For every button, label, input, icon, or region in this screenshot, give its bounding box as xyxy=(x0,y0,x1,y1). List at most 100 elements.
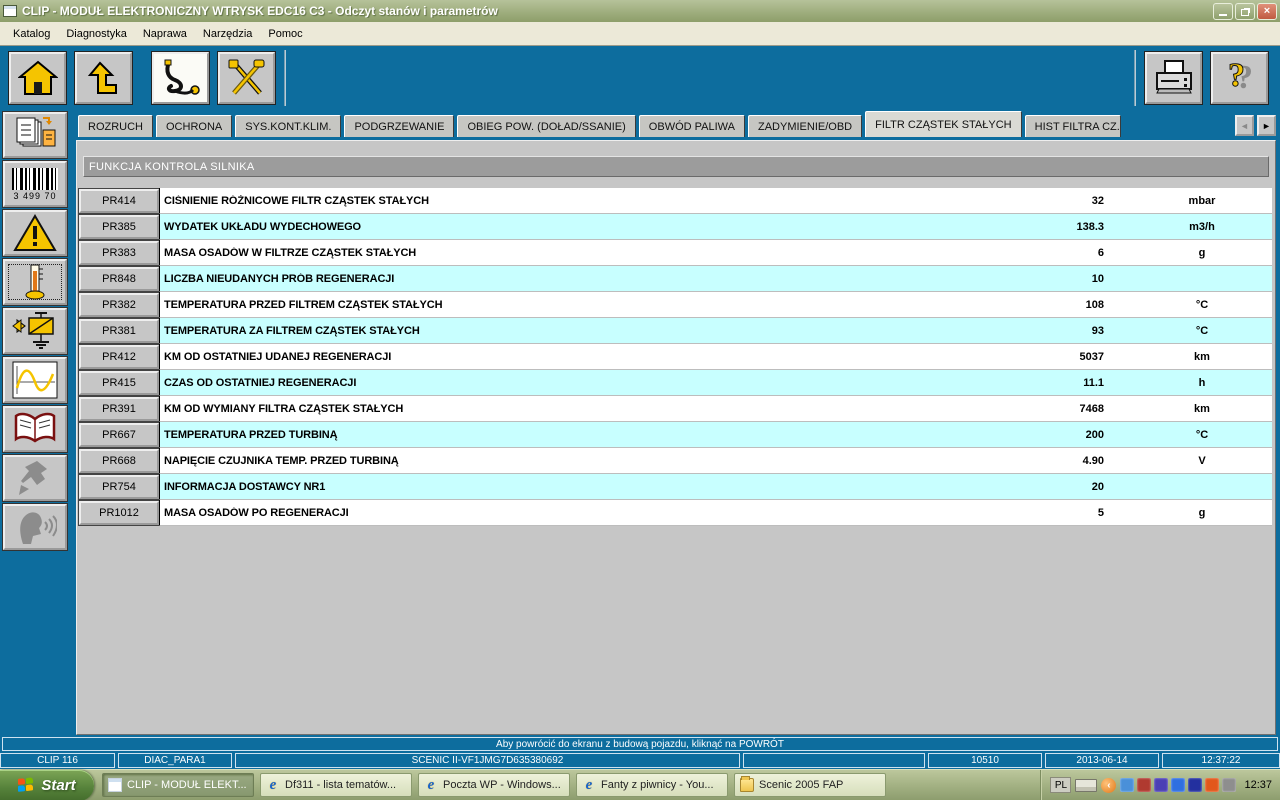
tray-collapse-chevron-icon[interactable]: ‹ xyxy=(1101,777,1117,793)
table-row: PR1012 MASA OSADÓW PO REGENERACJI 5 g xyxy=(78,500,1272,526)
tab-rozruch[interactable]: ROZRUCH xyxy=(78,115,153,137)
tab-podgrzewanie[interactable]: PODGRZEWANIE xyxy=(344,115,455,137)
actuator-test-button[interactable] xyxy=(2,307,68,355)
taskbar-button-scenic-folder[interactable]: Scenic 2005 FAP xyxy=(734,773,886,797)
taskbar-button-fanty[interactable]: Fanty z piwnicy - You... xyxy=(576,773,728,797)
parameter-code-button[interactable]: PR391 xyxy=(78,396,160,422)
taskbar-button-clip[interactable]: CLIP - MODUŁ ELEKT... xyxy=(102,773,254,797)
home-icon xyxy=(17,60,58,95)
voice-button[interactable] xyxy=(2,503,68,551)
menu-item[interactable]: Diagnostyka xyxy=(59,25,134,43)
taskbar-clock: 12:37 xyxy=(1244,779,1272,791)
empty-cell xyxy=(743,753,925,768)
parameter-code-button[interactable]: PR754 xyxy=(78,474,160,500)
parameter-code-button[interactable]: PR848 xyxy=(78,266,160,292)
minimize-button[interactable] xyxy=(1213,2,1233,20)
thermometer-icon xyxy=(25,264,45,300)
tab-zadymienie-obd[interactable]: ZADYMIENIE/OBD xyxy=(747,115,863,137)
menu-bar: Katalog Diagnostyka Naprawa Narzędzia Pomoc xyxy=(0,22,1280,46)
table-row: PR415 CZAS OD OSTATNIEJ REGENERACJI 11.1… xyxy=(78,370,1272,396)
menu-item[interactable]: Naprawa xyxy=(136,25,194,43)
tab-ochrona[interactable]: OCHRONA xyxy=(156,115,233,137)
tab-obwod-paliwa[interactable]: OBWÓD PALIWA xyxy=(638,115,745,137)
tab-scroll-left-button[interactable]: ◄ xyxy=(1235,115,1254,136)
tab-strip: ROZRUCH OCHRONA SYS.KONT.KLIM. PODGRZEWANIE… xyxy=(78,111,1232,137)
print-button[interactable] xyxy=(1144,51,1203,105)
function-header: FUNKCJA KONTROLA SILNIKA xyxy=(83,156,1269,177)
tools-button[interactable] xyxy=(217,51,276,105)
up-button[interactable] xyxy=(74,51,133,105)
language-indicator[interactable]: PL xyxy=(1050,777,1072,793)
tab-filtr-czastek-stalych[interactable]: FILTR CZĄSTEK STAŁYCH xyxy=(865,111,1022,137)
date-cell: 2013-06-14 xyxy=(1045,753,1159,768)
time-cell: 12:37:22 xyxy=(1162,753,1280,768)
parameter-label: TEMPERATURA PRZED FILTREM CZĄSTEK STAŁYC… xyxy=(164,298,443,311)
parameter-label: CZAS OD OSTATNIEJ REGENERACJI xyxy=(164,376,357,389)
taskbar-button-icon xyxy=(582,778,596,792)
network-offline-icon[interactable] xyxy=(1137,778,1152,792)
updater-icon[interactable] xyxy=(1205,778,1220,792)
pin-button[interactable] xyxy=(2,454,68,502)
parameter-value: 32 xyxy=(1091,194,1104,207)
parameter-value: 93 xyxy=(1091,324,1104,337)
parameter-code-button[interactable]: PR1012 xyxy=(78,500,160,526)
tab-hist-filtra-cz[interactable]: HIST FILTRA CZ. xyxy=(1024,115,1121,137)
antivirus-icon[interactable] xyxy=(1188,778,1203,792)
oscilloscope-button[interactable] xyxy=(2,356,68,404)
tab-obieg-pow[interactable]: OBIEG POW. (DOŁAD/SSANIE) xyxy=(457,115,636,137)
network-activity-icon[interactable] xyxy=(1120,778,1135,792)
parameter-code-button[interactable]: PR668 xyxy=(78,448,160,474)
restore-button[interactable] xyxy=(1235,2,1255,20)
tab-scroll-right-button[interactable]: ► xyxy=(1257,115,1276,136)
parameter-label: MASA OSADÓW PO REGENERACJI xyxy=(164,506,349,519)
documentation-button[interactable] xyxy=(2,405,68,453)
taskbar-button-poczta-wp[interactable]: Poczta WP - Windows... xyxy=(418,773,570,797)
start-label: Start xyxy=(41,776,76,794)
parameter-value: 4.90 xyxy=(1082,454,1104,467)
menu-item[interactable]: Pomoc xyxy=(261,25,309,43)
tab-sys-kont-klim[interactable]: SYS.KONT.KLIM. xyxy=(235,115,342,137)
parameter-code-button[interactable]: PR667 xyxy=(78,422,160,448)
parameter-code-button[interactable]: PR414 xyxy=(78,188,160,214)
messenger-icon[interactable] xyxy=(1171,778,1186,792)
parameters-button[interactable] xyxy=(2,258,68,306)
help-button[interactable]: ? ? xyxy=(1210,51,1269,105)
part-number-button[interactable]: 3 499 70 xyxy=(2,160,68,208)
reports-button[interactable] xyxy=(2,111,68,159)
pin-icon xyxy=(19,461,47,495)
parameter-code-button[interactable]: PR382 xyxy=(78,292,160,318)
parameter-label: KM OD OSTATNIEJ UDANEJ REGENERACJI xyxy=(164,350,392,363)
start-button[interactable]: Start xyxy=(0,769,94,800)
vehicle-id-cell: SCENIC II-VF1JMG7D635380692 xyxy=(235,753,740,768)
table-row: PR414 CIŚNIENIE RÓŻNICOWE FILTR CZĄSTEK … xyxy=(78,188,1272,214)
parameter-code-button[interactable]: PR385 xyxy=(78,214,160,240)
parameter-unit: °C xyxy=(1195,324,1209,337)
svg-text:?: ? xyxy=(1228,58,1245,94)
parameter-label: KM OD WYMIANY FILTRA CZĄSTEK STAŁYCH xyxy=(164,402,404,415)
tray-icons xyxy=(1120,778,1237,792)
message-bar: Aby powrócić do ekranu z budową pojazdu,… xyxy=(2,737,1278,751)
status-bar: CLIP 116 DIAC_PARA1 SCENIC II-VF1JMG7D63… xyxy=(0,753,1280,768)
parameter-unit: h xyxy=(1198,376,1206,389)
diagnostic-button[interactable] xyxy=(151,51,210,105)
parameter-code-button[interactable]: PR381 xyxy=(78,318,160,344)
keyboard-icon[interactable] xyxy=(1075,778,1098,792)
taskbar-button-icon xyxy=(108,778,122,792)
taskbar-buttons: CLIP - MODUŁ ELEKT... Df311 - lista tema… xyxy=(102,773,886,797)
tools-icon xyxy=(228,59,264,95)
menu-item[interactable]: Katalog xyxy=(6,25,57,43)
display-settings-icon[interactable] xyxy=(1222,778,1237,792)
taskbar-button-df311[interactable]: Df311 - lista tematów... xyxy=(260,773,412,797)
taskbar-button-icon xyxy=(266,778,280,792)
usb-device-icon[interactable] xyxy=(1154,778,1169,792)
parameter-unit: V xyxy=(1198,454,1206,467)
parameter-code-button[interactable]: PR383 xyxy=(78,240,160,266)
menu-item[interactable]: Narzędzia xyxy=(196,25,260,43)
parameter-code-button[interactable]: PR412 xyxy=(78,344,160,370)
close-button[interactable]: × xyxy=(1257,2,1277,20)
parameter-code-button[interactable]: PR415 xyxy=(78,370,160,396)
printer-icon xyxy=(1155,60,1192,94)
home-button[interactable] xyxy=(8,51,67,105)
parameter-value: 20 xyxy=(1091,480,1104,493)
faults-button[interactable] xyxy=(2,209,68,257)
